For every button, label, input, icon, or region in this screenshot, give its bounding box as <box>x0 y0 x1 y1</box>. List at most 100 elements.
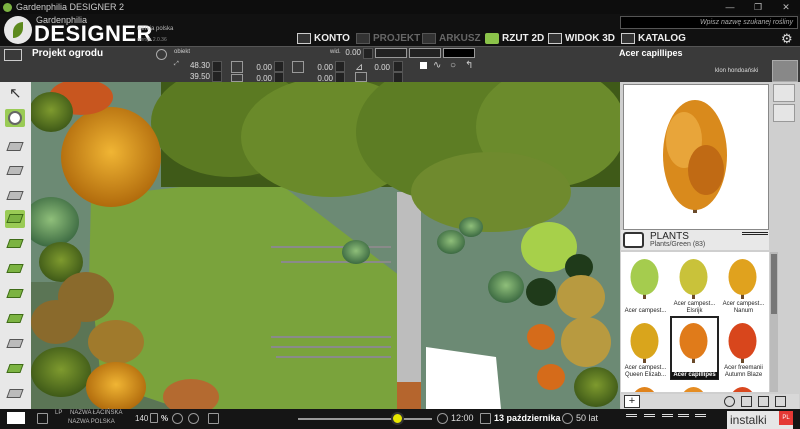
nav-konto[interactable]: KONTO <box>297 32 350 45</box>
plant-tile[interactable]: Acer freemanii Autumn Blaze <box>720 317 767 379</box>
line-style-box[interactable] <box>409 48 441 58</box>
catalog-subtitle: Plants/Green (83) <box>650 241 705 248</box>
polish-name-toggle[interactable]: NAZWA POLSKA <box>68 419 115 425</box>
catalog-header: PLANTS Plants/Green (83) <box>621 230 769 250</box>
pos-y-value[interactable]: 39.50 <box>180 72 210 81</box>
plant-search-input[interactable]: Wpisz nazwę szukanej rośliny <box>620 16 798 29</box>
view-list-icon[interactable] <box>626 414 637 423</box>
project-file-icon[interactable] <box>4 49 22 61</box>
view-grid-icon[interactable] <box>644 414 655 423</box>
garden-plan-canvas[interactable] <box>31 82 620 409</box>
surface-tool-6[interactable] <box>5 360 25 378</box>
nav-katalog[interactable]: KATALOG <box>621 32 686 45</box>
object-circle-icon[interactable] <box>156 49 167 60</box>
view-compact-icon[interactable] <box>695 414 706 423</box>
position-icon: ⤢ <box>174 61 179 67</box>
plant-tile-selected[interactable]: Acer capillipes <box>670 316 719 380</box>
grid-small-icon[interactable] <box>758 396 769 407</box>
surface-tool-4[interactable] <box>5 310 25 328</box>
time-value[interactable]: 12:00 <box>451 413 474 423</box>
select-tool[interactable] <box>5 84 25 103</box>
time-slider[interactable] <box>298 418 432 420</box>
layer-icon <box>6 166 24 175</box>
layer-icon <box>6 191 24 200</box>
circle-icon <box>8 111 22 125</box>
fit-view-icon[interactable] <box>208 413 219 424</box>
nav-widok3d[interactable]: WIDOK 3D <box>548 32 615 45</box>
rot-a-stepper[interactable] <box>335 61 345 72</box>
layer-tool-1[interactable] <box>5 138 25 156</box>
zoom-icon[interactable] <box>172 413 183 424</box>
plan-2d-icon <box>485 33 499 44</box>
line-style-box[interactable] <box>375 48 407 58</box>
view-detail-icon[interactable] <box>662 414 673 423</box>
pos-x-value[interactable]: 48.30 <box>180 61 210 70</box>
surface-tool-7[interactable] <box>5 385 25 403</box>
layer-tool-4[interactable] <box>5 210 25 228</box>
plant-tile-image <box>622 253 669 308</box>
square-tool-icon[interactable] <box>420 62 427 69</box>
layer-green-icon <box>6 214 24 223</box>
plant-tile[interactable]: Acer campest... Queen Elizab... <box>622 317 669 379</box>
plant-tile[interactable]: Acer campest... Elsrijk <box>671 253 718 315</box>
gear-icon[interactable]: ⚙ <box>781 31 793 47</box>
lp-label[interactable]: LP <box>55 410 62 416</box>
color-box[interactable] <box>443 48 475 58</box>
maximize-button[interactable]: ❐ <box>744 0 772 14</box>
plant-tile[interactable] <box>622 381 669 392</box>
close-button[interactable]: ✕ <box>772 0 800 14</box>
curve-icon[interactable]: ↰ <box>465 60 473 71</box>
hand-icon[interactable] <box>188 413 199 424</box>
zoom-stepper[interactable] <box>150 413 158 423</box>
width-stepper[interactable] <box>363 48 373 59</box>
plant-tile-label: Acer freemanii Autumn Blaze <box>724 365 763 378</box>
list-view-icon[interactable] <box>775 396 786 407</box>
ellipse-icon[interactable]: ○ <box>450 60 456 71</box>
view-table-icon[interactable] <box>678 414 689 423</box>
minimize-button[interactable]: — <box>716 0 744 14</box>
date-value[interactable]: 13 października <box>494 413 561 423</box>
window-controls: — ❐ ✕ <box>716 0 800 14</box>
latin-name-toggle[interactable]: NAZWA ŁACIŃSKA <box>70 410 122 416</box>
grid-large-icon[interactable] <box>741 396 752 407</box>
label-mode-icon[interactable] <box>37 413 48 424</box>
layer-tool-2[interactable] <box>5 162 25 180</box>
surface-tool-3[interactable] <box>5 285 25 303</box>
fill-icon[interactable] <box>355 72 367 82</box>
plant-tile[interactable] <box>720 381 767 392</box>
plant-tile-image <box>671 317 718 372</box>
angle-stepper[interactable] <box>393 61 403 72</box>
plant-tile[interactable]: Acer campest... Nanum <box>720 253 767 315</box>
size-a-stepper[interactable] <box>274 61 284 72</box>
season-icon[interactable] <box>773 104 795 122</box>
pos-y-stepper[interactable] <box>212 71 222 82</box>
info-icon[interactable] <box>724 396 735 407</box>
catalog-icon <box>621 33 635 44</box>
nav-rzut2d[interactable]: RZUT 2D <box>485 32 544 45</box>
layer-tool-3[interactable] <box>5 187 25 205</box>
width-value[interactable]: 0.00 <box>343 48 361 57</box>
catalog-footer: + <box>621 394 799 409</box>
angle-value[interactable]: 0.00 <box>368 63 390 72</box>
magnifier-icon[interactable] <box>623 232 644 248</box>
preview-mode-icon[interactable] <box>773 84 795 102</box>
surface-tool-1[interactable] <box>5 235 25 253</box>
size-a-value[interactable]: 0.00 <box>244 63 272 72</box>
color-swatch[interactable] <box>7 412 25 424</box>
plant-tool[interactable] <box>5 109 25 127</box>
nav-projekt[interactable]: PROJEKT <box>356 32 420 45</box>
catalog-scrollbar[interactable] <box>770 252 778 392</box>
surface-tool-5[interactable] <box>5 335 25 353</box>
zoom-value[interactable]: 140 <box>135 414 148 423</box>
surface-tool-2[interactable] <box>5 260 25 278</box>
width-label: wid. <box>330 49 341 55</box>
years-value[interactable]: 50 lat <box>576 413 598 423</box>
time-slider-knob[interactable] <box>391 412 405 425</box>
plant-tile[interactable]: Acer campest... <box>622 253 669 315</box>
view-mode-icon[interactable] <box>742 232 768 237</box>
plant-tile[interactable] <box>671 381 718 392</box>
nav-arkusz[interactable]: ARKUSZ <box>422 32 481 45</box>
add-plant-button[interactable]: + <box>624 395 640 408</box>
rot-a-value[interactable]: 0.00 <box>305 63 333 72</box>
polyline-icon[interactable]: ∿ <box>433 60 441 71</box>
